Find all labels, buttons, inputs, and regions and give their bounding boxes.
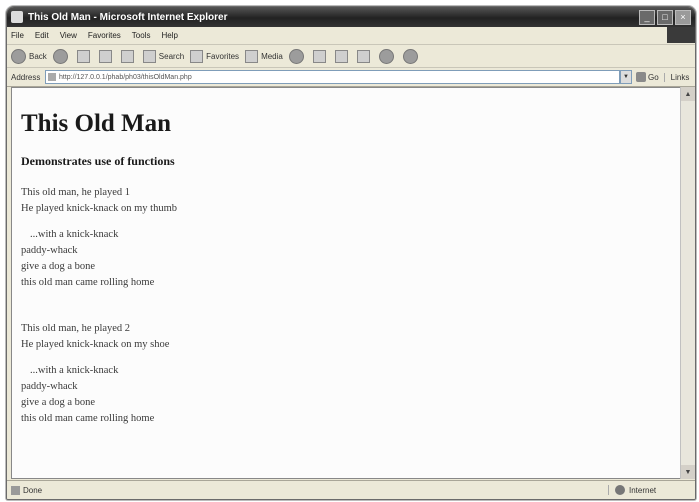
page-subheading: Demonstrates use of functions [21, 154, 175, 168]
favorites-icon [190, 49, 204, 63]
window-title: This Old Man - Microsoft Internet Explor… [28, 11, 228, 23]
chorus-line: this old man came rolling home [21, 277, 155, 288]
verse-1: This old man, he played 1 He played knic… [21, 185, 680, 291]
scroll-down-button[interactable]: ▼ [681, 465, 695, 479]
back-button[interactable]: Back [11, 48, 47, 64]
standard-toolbar: Back Search Favorites Media [7, 45, 695, 68]
scroll-up-button[interactable]: ▲ [681, 87, 695, 101]
menu-view[interactable]: View [60, 31, 77, 40]
windows-logo-icon [667, 27, 695, 43]
discuss-button[interactable] [378, 48, 397, 64]
status-text: Done [23, 485, 43, 495]
chorus-line: give a dog a bone [21, 261, 96, 272]
title-bar: This Old Man - Microsoft Internet Explor… [7, 7, 695, 27]
chorus-line: this old man came rolling home [21, 413, 155, 424]
globe-icon [615, 485, 625, 495]
edit-icon [356, 49, 370, 63]
menu-help[interactable]: Help [161, 31, 177, 40]
browser-window: This Old Man - Microsoft Internet Explor… [6, 6, 696, 500]
page-content: This Old Man Demonstrates use of functio… [12, 110, 680, 427]
minimize-button[interactable]: _ [639, 9, 655, 25]
vertical-scrollbar[interactable]: ▲ ▼ [680, 87, 695, 479]
media-label: Media [261, 51, 283, 61]
maximize-button[interactable]: □ [657, 9, 673, 25]
search-button[interactable]: Search [142, 49, 185, 63]
address-dropdown-button[interactable]: ▼ [620, 70, 632, 84]
go-button[interactable]: Go [636, 72, 664, 82]
page-icon [48, 73, 56, 81]
page-heading: This Old Man [21, 110, 172, 137]
messenger-button[interactable] [402, 48, 421, 64]
status-bar: Done Internet [7, 480, 695, 499]
edit-button[interactable] [356, 49, 373, 63]
verse-line: This old man, he played 1 [21, 187, 131, 198]
favorites-label: Favorites [206, 51, 240, 61]
zone-label: Internet [629, 485, 657, 495]
search-icon [142, 49, 156, 63]
verse-line: This old man, he played 2 [21, 323, 131, 334]
refresh-icon [98, 49, 112, 63]
forward-arrow-icon [52, 48, 68, 64]
chorus-line: give a dog a bone [21, 397, 96, 408]
chorus-line: ...with a knick-knack [30, 365, 119, 376]
history-icon [288, 48, 304, 64]
close-button[interactable]: × [675, 9, 691, 25]
print-icon [334, 49, 348, 63]
back-label: Back [29, 51, 47, 61]
mail-button[interactable] [312, 49, 329, 63]
verse-2: This old man, he played 2 He played knic… [21, 321, 680, 427]
verse-line: He played knick-knack on my shoe [21, 339, 170, 350]
chorus-line: paddy-whack [21, 245, 78, 256]
menu-tools[interactable]: Tools [132, 31, 151, 40]
security-zone: Internet [608, 485, 695, 495]
print-button[interactable] [334, 49, 351, 63]
menu-favorites[interactable]: Favorites [88, 31, 121, 40]
address-url: http://127.0.0.1/phab/ph03/thisOldMan.ph… [59, 73, 192, 81]
home-icon [120, 49, 134, 63]
favorites-button[interactable]: Favorites [190, 49, 240, 63]
menu-file[interactable]: File [11, 31, 24, 40]
address-label: Address [11, 72, 41, 82]
menu-bar: File Edit View Favorites Tools Help [7, 27, 695, 45]
chorus-line: paddy-whack [21, 381, 78, 392]
ie-icon [11, 11, 23, 23]
refresh-button[interactable] [98, 49, 115, 63]
media-button[interactable]: Media [245, 49, 283, 63]
address-bar: Address http://127.0.0.1/phab/ph03/thisO… [7, 68, 695, 87]
history-button[interactable] [288, 48, 307, 64]
page-viewport: This Old Man Demonstrates use of functio… [11, 87, 681, 479]
chorus-line: ...with a knick-knack [30, 229, 119, 240]
mail-icon [312, 49, 326, 63]
menu-edit[interactable]: Edit [35, 31, 49, 40]
search-label: Search [158, 51, 185, 61]
address-input[interactable]: http://127.0.0.1/phab/ph03/thisOldMan.ph… [45, 70, 620, 84]
media-icon [245, 49, 259, 63]
go-arrow-icon [636, 72, 646, 82]
messenger-icon [402, 48, 418, 64]
stop-icon [76, 49, 90, 63]
back-arrow-icon [11, 48, 26, 64]
verse-line: He played knick-knack on my thumb [21, 203, 178, 214]
go-label: Go [648, 72, 659, 82]
stop-button[interactable] [76, 49, 93, 63]
page-done-icon [11, 485, 20, 495]
links-button[interactable]: Links [664, 72, 695, 82]
home-button[interactable] [120, 49, 137, 63]
forward-button[interactable] [52, 48, 71, 64]
discuss-icon [378, 48, 394, 64]
